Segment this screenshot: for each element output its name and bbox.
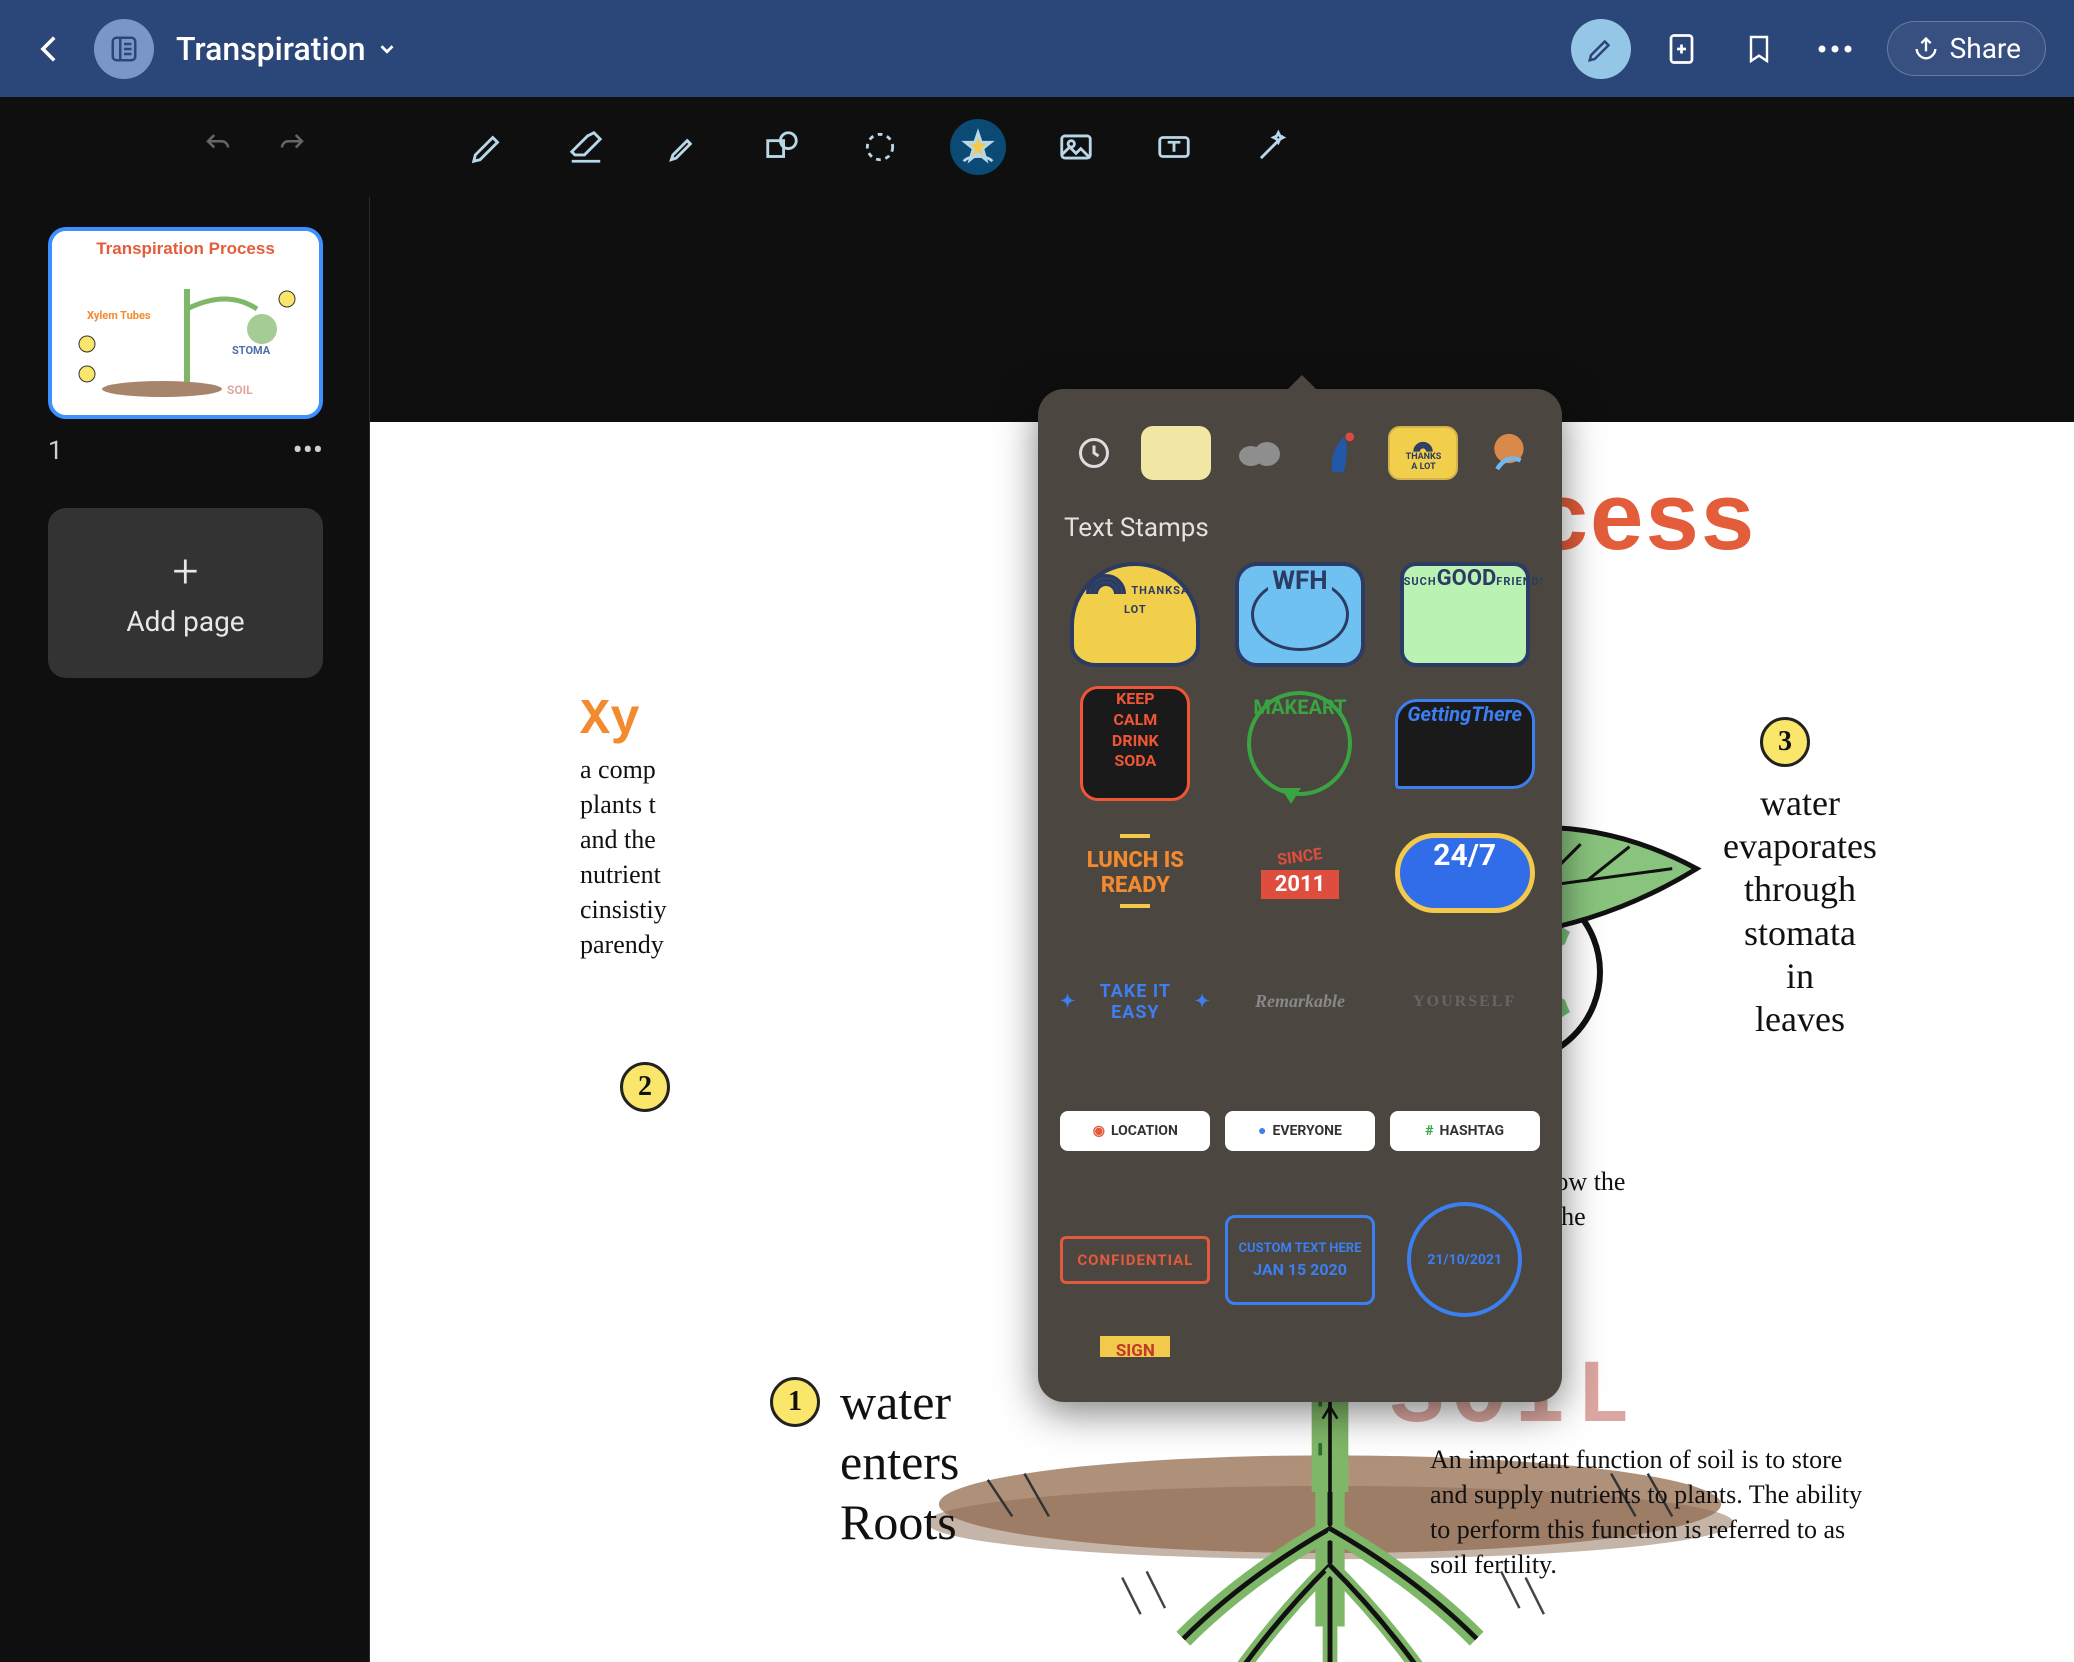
sticker-tool[interactable] [950, 119, 1006, 175]
sticker-good-friends[interactable]: SUCHGOODFRIENDS [1389, 557, 1540, 672]
sticker-yourself[interactable]: YOURSELF [1389, 944, 1540, 1059]
page-options-button[interactable]: ••• [293, 433, 323, 468]
step-1-text: water enters Roots [840, 1372, 959, 1552]
sticker-keep-calm[interactable]: KEEP CALM DRINK SODA [1060, 686, 1211, 801]
page-number-label: 1 [48, 436, 63, 466]
sticker-wfh[interactable]: WFH [1225, 557, 1376, 672]
step-2-badge: 2 [620, 1062, 670, 1112]
document-title-dropdown[interactable]: Transpiration [176, 30, 398, 68]
back-button[interactable] [28, 27, 72, 71]
sticker-getting-there[interactable]: GettingThere [1389, 686, 1540, 801]
sticker-custom-date[interactable]: CUSTOM TEXT HEREJAN 15 2020 [1225, 1202, 1376, 1317]
image-tool[interactable] [1048, 119, 1104, 175]
share-label: Share [1950, 32, 2021, 65]
shape-tool[interactable] [754, 119, 810, 175]
sticker-tab-cloud[interactable] [1224, 426, 1294, 480]
document-panel-button[interactable] [94, 19, 154, 79]
sticker-sign-here[interactable]: SIGN HERE [1060, 1331, 1211, 1357]
document-title: Transpiration [176, 30, 366, 68]
xylem-text: a comp plants t and the nutrient cinsist… [580, 752, 780, 963]
undo-button[interactable] [200, 130, 236, 164]
page-thumbnail-1[interactable]: Transpiration Process Xylem TubesSTOMASO… [48, 227, 323, 419]
sticker-everyone[interactable]: ●EVERYONE [1225, 1073, 1376, 1188]
magic-tool[interactable] [1244, 119, 1300, 175]
page-sidebar: Transpiration Process Xylem TubesSTOMASO… [0, 197, 370, 1662]
text-tool[interactable] [1146, 119, 1202, 175]
add-page-button[interactable] [1659, 25, 1707, 73]
more-menu-button[interactable] [1811, 25, 1859, 73]
sticker-tab-planet[interactable] [1471, 426, 1541, 480]
sticker-make-art[interactable]: MAKEART [1225, 686, 1376, 801]
sticker-location[interactable]: ◉LOCATION [1060, 1073, 1211, 1188]
share-button[interactable]: Share [1887, 21, 2046, 76]
sticker-confidential[interactable]: CONFIDENTIAL [1060, 1202, 1211, 1317]
eraser-tool[interactable] [558, 119, 614, 175]
sticker-247[interactable]: 24/7 [1389, 815, 1540, 930]
sticker-thanks[interactable]: THANKSA LOT [1060, 557, 1211, 672]
xylem-label: Xy [580, 692, 640, 749]
step-1-badge: 1 [770, 1377, 820, 1427]
sticker-take-easy[interactable]: ✦ TAKE IT EASY ✦ [1060, 944, 1211, 1059]
add-page-card[interactable]: + Add page [48, 508, 323, 678]
sticker-tab-text-stamps[interactable]: THANKSA LOT [1388, 426, 1458, 480]
sticker-section-title: Text Stamps [1064, 513, 1536, 543]
canvas-area[interactable]: ion Process Xy a comp plants t and the n… [370, 197, 2074, 1662]
sticker-airmail[interactable]: 21/10/2021 [1389, 1202, 1540, 1317]
sticker-lunch[interactable]: LUNCH IS READY [1060, 815, 1211, 930]
tool-row [0, 97, 2074, 197]
sticker-grid[interactable]: THANKSA LOT WFH SUCHGOODFRIENDS KEEP CAL… [1058, 557, 1542, 1357]
svg-text:SOIL: SOIL [227, 383, 253, 397]
highlighter-tool[interactable] [656, 119, 712, 175]
soil-text: An important function of soil is to stor… [1430, 1442, 1870, 1582]
sticker-popover: THANKSA LOT Text Stamps THANKSA LOT WFH … [1038, 389, 1562, 1402]
share-icon [1912, 35, 1940, 63]
add-page-label: Add page [126, 605, 244, 638]
lasso-tool[interactable] [852, 119, 908, 175]
svg-text:STOMA: STOMA [232, 344, 271, 357]
sticker-tab-notes[interactable] [1141, 426, 1211, 480]
sticker-since[interactable]: SINCE2011 [1225, 815, 1376, 930]
sticker-hashtag[interactable]: #HASHTAG [1389, 1073, 1540, 1188]
chevron-down-icon [376, 38, 398, 60]
top-navigation: Transpiration Share [0, 0, 2074, 97]
sticker-tab-pen[interactable] [1306, 426, 1376, 480]
sticker-tab-recent[interactable] [1059, 426, 1129, 480]
pen-tool[interactable] [460, 119, 516, 175]
edit-mode-button[interactable] [1571, 19, 1631, 79]
sticker-remarkable[interactable]: Remarkable [1225, 944, 1376, 1059]
bookmark-button[interactable] [1735, 25, 1783, 73]
redo-button[interactable] [274, 130, 310, 164]
svg-text:Xylem Tubes: Xylem Tubes [87, 309, 151, 322]
plus-icon: + [173, 549, 199, 595]
